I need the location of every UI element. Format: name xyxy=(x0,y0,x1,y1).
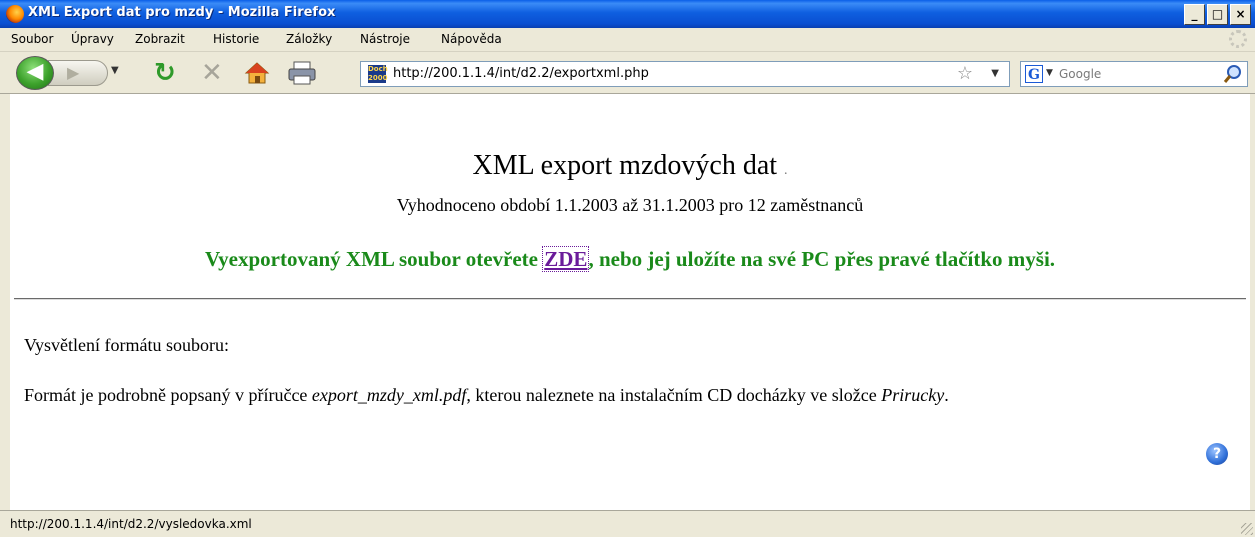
forward-button[interactable]: ▶ xyxy=(48,60,108,86)
close-button[interactable]: × xyxy=(1230,4,1251,25)
menu-historie[interactable]: Historie xyxy=(213,32,259,46)
bookmark-star-icon[interactable]: ☆ xyxy=(957,63,973,84)
menu-nastroje[interactable]: Nástroje xyxy=(360,32,410,46)
window-controls: _ □ × xyxy=(1184,4,1251,25)
status-bar: http://200.1.1.4/int/d2.2/vysledovka.xml xyxy=(0,510,1255,537)
firefox-icon xyxy=(6,5,24,23)
status-text: http://200.1.1.4/int/d2.2/vysledovka.xml xyxy=(10,517,252,531)
throbber-icon xyxy=(1229,30,1247,48)
maximize-button[interactable]: □ xyxy=(1207,4,1228,25)
menu-bar: Soubor Úpravy Zobrazit Historie Záložky … xyxy=(0,28,1255,52)
menu-upravy[interactable]: Úpravy xyxy=(71,32,114,46)
horizontal-divider xyxy=(14,298,1246,300)
search-input[interactable]: Google xyxy=(1059,67,1101,81)
reload-button[interactable]: ↻ xyxy=(154,60,176,86)
url-dropdown-icon[interactable]: ▼ xyxy=(991,68,999,79)
export-message: Vyexportovaný XML soubor otevřete ZDE, n… xyxy=(204,246,1056,272)
address-bar[interactable]: Doch 2000 http://200.1.1.4/int/d2.2/expo… xyxy=(360,61,1010,87)
window-titlebar[interactable]: XML Export dat pro mzdy - Mozilla Firefo… xyxy=(0,0,1255,28)
search-icon[interactable] xyxy=(1223,64,1243,84)
frame-right xyxy=(1250,94,1255,510)
page-subtitle: Vyhodnoceno období 1.1.2003 až 31.1.2003… xyxy=(396,195,864,215)
back-button[interactable]: ◀ xyxy=(16,56,54,90)
menu-zalozky[interactable]: Záložky xyxy=(286,32,332,46)
search-engine-dropdown-icon[interactable]: ▼ xyxy=(1046,68,1053,78)
search-engine-icon[interactable]: G xyxy=(1025,65,1043,83)
help-icon[interactable]: ? xyxy=(1206,443,1228,465)
format-explanation-heading: Vysvětlení formátu souboru: xyxy=(24,335,229,355)
format-explanation-text: Formát je podrobně popsaný v příručce ex… xyxy=(24,385,949,405)
home-button[interactable] xyxy=(244,61,270,85)
page-title: XML export mzdových dat . xyxy=(472,150,788,181)
menu-zobrazit[interactable]: Zobrazit xyxy=(135,32,185,46)
search-bar[interactable]: G ▼ Google xyxy=(1020,61,1248,87)
minimize-button[interactable]: _ xyxy=(1184,4,1205,25)
stop-button[interactable]: ✕ xyxy=(201,60,223,86)
site-favicon: Doch 2000 xyxy=(368,65,388,83)
menu-soubor[interactable]: Soubor xyxy=(11,32,53,46)
history-dropdown-icon[interactable]: ▼ xyxy=(111,65,119,76)
window-title: XML Export dat pro mzdy - Mozilla Firefo… xyxy=(28,5,336,20)
printer-icon xyxy=(288,61,316,85)
download-link[interactable]: ZDE xyxy=(542,246,590,272)
resize-grip[interactable] xyxy=(1241,523,1253,535)
home-icon xyxy=(244,62,270,84)
navigation-toolbar: ▶ ◀ ▼ ↻ ✕ Doch 2000 http://200.1.1.4/int… xyxy=(0,52,1255,94)
content-area-top xyxy=(10,94,1250,140)
frame-left xyxy=(0,94,10,510)
print-button[interactable] xyxy=(287,61,317,85)
menu-napoveda[interactable]: Nápověda xyxy=(441,32,502,46)
url-input[interactable]: http://200.1.1.4/int/d2.2/exportxml.php xyxy=(393,66,649,81)
